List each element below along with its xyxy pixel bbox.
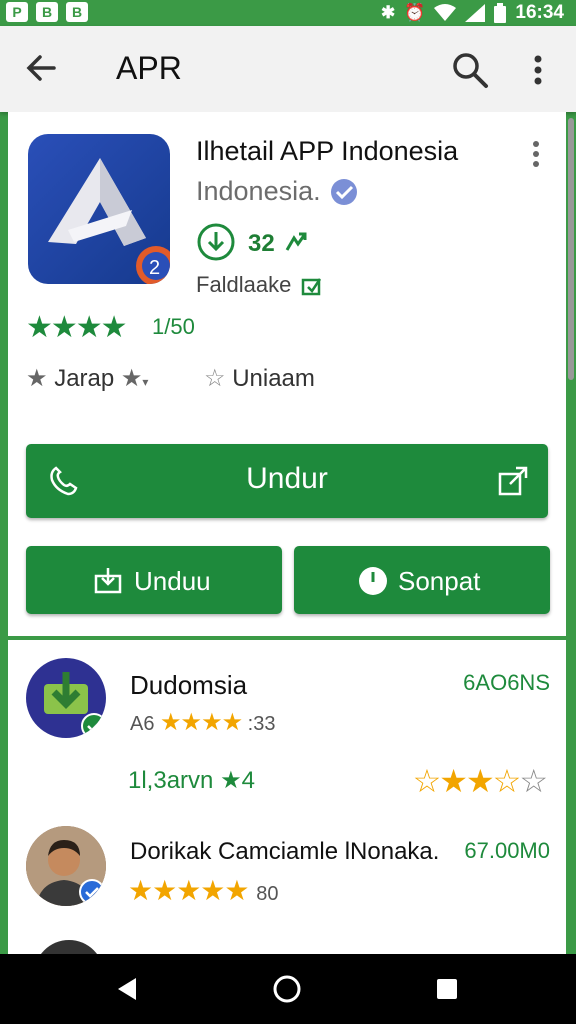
notification-icon: P xyxy=(6,2,28,22)
schedule-button[interactable]: Sonpat xyxy=(294,546,550,614)
download-button[interactable]: Unduu xyxy=(26,546,282,614)
review-stars: ★★★★ xyxy=(160,709,243,736)
reviewer-name: Dorikak Camciamle lNonaka. xyxy=(130,838,440,865)
app-category[interactable]: Faldlaake xyxy=(196,272,291,298)
status-bar: P B B ✱ ⏰ 16:34 xyxy=(0,0,576,26)
star-outline-icon: ☆ xyxy=(519,763,548,799)
schedule-button-label: Sonpat xyxy=(398,566,481,596)
star-outline-icon: ☆ xyxy=(412,763,442,799)
review-helpful: 1l,3arvn ★4 xyxy=(128,766,255,795)
download-button-label: Unduu xyxy=(134,566,211,596)
star-icon: ★ xyxy=(26,365,48,392)
helpful-text: 1l,3arvn xyxy=(128,767,214,794)
tag-item[interactable]: ★ Jarap ★▾ xyxy=(26,364,148,393)
app-name: Ilhetail APP Indonesia xyxy=(196,136,459,166)
review-score: 80 xyxy=(256,883,279,905)
more-options-icon[interactable] xyxy=(526,138,546,170)
wifi-icon xyxy=(434,4,457,21)
nav-back-icon[interactable] xyxy=(112,974,142,1004)
review-stars: ★★★★★ xyxy=(128,875,250,906)
review-prefix: A6 xyxy=(130,713,155,735)
star-icon: ★ xyxy=(120,365,143,392)
signal-icon xyxy=(465,4,486,22)
helpful-count: 4 xyxy=(241,767,255,794)
navigation-bar xyxy=(0,954,576,1024)
trending-icon xyxy=(285,232,307,251)
status-time: 16:34 xyxy=(515,2,564,23)
download-icon xyxy=(94,568,122,594)
avatar xyxy=(26,826,106,906)
star-icon: ★ xyxy=(220,767,242,794)
review-score: 33 xyxy=(253,713,276,735)
review-date: 6AO6NS xyxy=(463,670,550,695)
review-rating-stars: ☆★★☆☆ xyxy=(412,762,548,800)
page-title: APR xyxy=(116,50,182,86)
rating-text: 1/50 xyxy=(152,314,195,339)
notification-icon: B xyxy=(36,2,58,22)
review-meta: A6 ★★★★ :33 xyxy=(130,709,276,736)
more-options-icon[interactable] xyxy=(526,50,550,90)
developer-name[interactable]: Indonesia. xyxy=(196,176,321,207)
back-arrow-icon[interactable] xyxy=(24,44,64,92)
status-system-icons: ✱ ⏰ 16:34 xyxy=(381,2,564,24)
chevron-down-icon: ▾ xyxy=(142,375,149,389)
download-count-icon xyxy=(197,223,235,261)
app-icon: 2 xyxy=(28,134,170,284)
bluetooth-icon: ✱ xyxy=(380,3,396,22)
review-meta: ★★★★★ 80 xyxy=(128,874,279,907)
star-outline-icon: ☆ xyxy=(204,365,226,392)
clock-icon xyxy=(359,567,387,595)
install-button-label: Undur xyxy=(246,462,328,495)
open-external-icon xyxy=(498,466,528,496)
app-bar: APR xyxy=(0,26,576,112)
battery-icon xyxy=(494,3,507,23)
nav-home-icon[interactable] xyxy=(272,974,302,1004)
star-half-icon: ☆ xyxy=(492,763,522,799)
rating-stars: ★★★★ xyxy=(26,311,128,344)
alarm-icon: ⏰ xyxy=(404,3,426,22)
app-details-card: 2 Ilhetail APP Indonesia Indonesia. 32 F… xyxy=(8,112,566,636)
tag-label: Jarap xyxy=(54,365,115,392)
reviewer-name: Dudomsia xyxy=(130,670,248,700)
avatar xyxy=(26,658,106,738)
install-button[interactable]: Undur xyxy=(26,444,548,518)
svg-text:2: 2 xyxy=(149,257,160,279)
review-date: 67.00M0 xyxy=(464,838,550,863)
nav-recents-icon[interactable] xyxy=(432,974,462,1004)
notification-icon: B xyxy=(66,2,88,22)
star-icon: ★★ xyxy=(439,763,494,799)
category-icon xyxy=(301,278,322,296)
verified-badge-icon xyxy=(331,179,357,205)
search-icon[interactable] xyxy=(450,50,490,90)
scrollbar[interactable] xyxy=(568,118,574,380)
download-count: 32 xyxy=(248,230,275,257)
reviews-card: Dudomsia 6AO6NS A6 ★★★★ :33 1l,3arvn ★4 … xyxy=(8,640,566,1010)
tag-label: Uniaam xyxy=(232,365,315,392)
tag-item[interactable]: ☆ Uniaam xyxy=(204,364,315,393)
status-notification-icons: P B B xyxy=(6,2,88,22)
